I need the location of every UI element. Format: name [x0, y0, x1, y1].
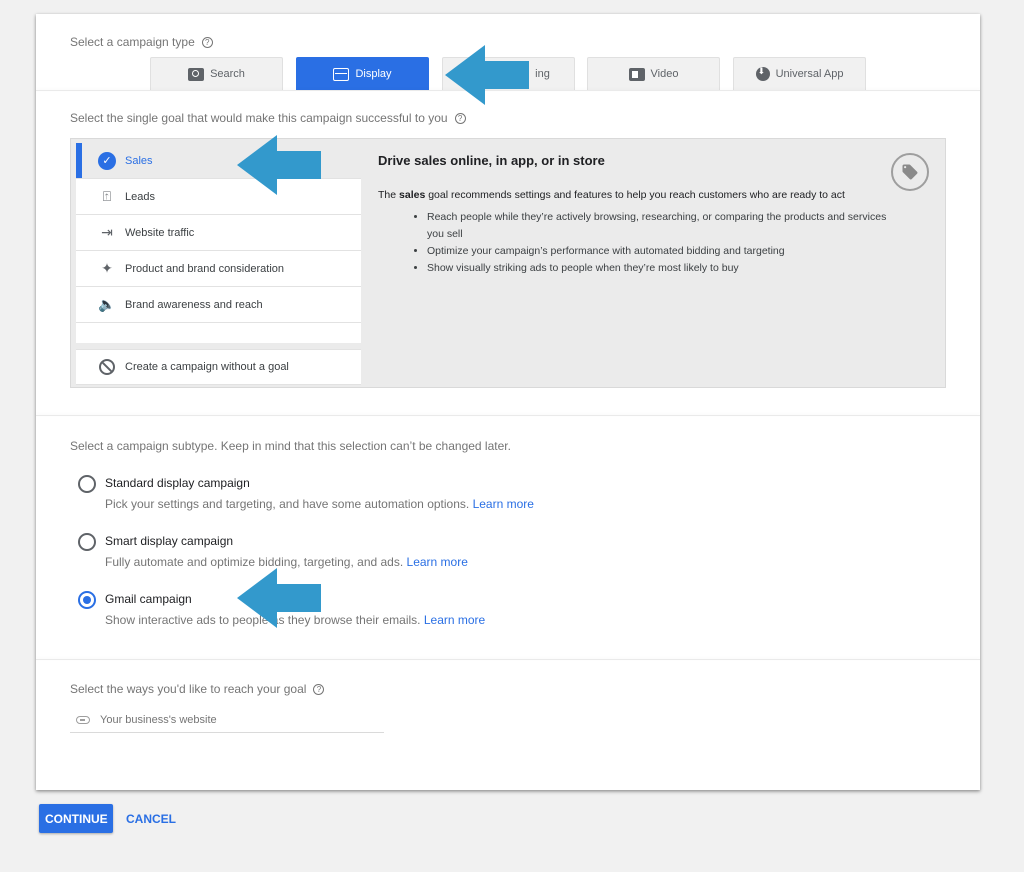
- subtype-label: Select a campaign subtype. Keep in mind …: [70, 439, 511, 453]
- app-download-icon: [755, 66, 770, 81]
- tab-search[interactable]: Search: [150, 57, 283, 90]
- speaker-icon: 🔈: [98, 296, 116, 312]
- help-icon[interactable]: ?: [454, 113, 466, 124]
- learn-more-link[interactable]: Learn more: [424, 613, 485, 627]
- tab-video[interactable]: Video: [587, 57, 720, 90]
- goal-item-brand-awareness[interactable]: 🔈 Brand awareness and reach: [76, 287, 361, 323]
- goal-detail-bullet: Optimize your campaign’s performance wit…: [427, 243, 898, 260]
- annotation-arrow-icon: [237, 135, 321, 195]
- goal-item-no-goal[interactable]: Create a campaign without a goal: [76, 349, 361, 385]
- goal-list-spacer: [76, 323, 361, 343]
- divider: [36, 659, 980, 660]
- radio-gmail[interactable]: [78, 591, 96, 609]
- check-circle-icon: ✓: [98, 151, 116, 170]
- radio-smart-display[interactable]: [78, 533, 96, 551]
- cancel-button[interactable]: CANCEL: [120, 804, 182, 833]
- help-icon[interactable]: ?: [313, 684, 325, 695]
- link-icon: [76, 716, 90, 724]
- campaign-type-label: Select a campaign type?: [70, 35, 213, 49]
- annotation-arrow-icon: [445, 45, 529, 105]
- video-icon: [628, 67, 645, 81]
- divider: [36, 415, 980, 416]
- tab-display[interactable]: Display: [296, 57, 429, 90]
- learn-more-link[interactable]: Learn more: [407, 555, 468, 569]
- leads-icon: ⍐: [102, 188, 112, 204]
- tag-icon: [891, 153, 929, 191]
- goal-label: Select the single goal that would make t…: [70, 111, 466, 125]
- tab-universal-app[interactable]: Universal App: [733, 57, 866, 90]
- website-input[interactable]: Your business's website: [70, 708, 384, 733]
- display-icon: [333, 67, 350, 81]
- goal-detail-bullets: Reach people while they’re actively brow…: [378, 209, 898, 277]
- goal-detail-bullet: Show visually striking ads to people whe…: [427, 260, 898, 277]
- goal-detail-bullet: Reach people while they’re actively brow…: [427, 209, 898, 243]
- annotation-arrow-icon: [237, 568, 321, 628]
- goal-detail-description: The sales goal recommends settings and f…: [378, 189, 845, 201]
- goal-detail: Drive sales online, in app, or in store …: [378, 153, 898, 277]
- no-goal-icon: [99, 359, 115, 375]
- continue-button[interactable]: CONTINUE: [39, 804, 113, 833]
- goal-item-website-traffic[interactable]: ⇥ Website traffic: [76, 215, 361, 251]
- goal-detail-title: Drive sales online, in app, or in store: [378, 153, 605, 168]
- help-icon[interactable]: ?: [201, 37, 213, 48]
- reach-label: Select the ways you'd like to reach your…: [70, 682, 325, 696]
- goal-panel: ✓ Sales ⍐ Leads ⇥ Website traffic ✦ Prod…: [70, 138, 946, 388]
- learn-more-link[interactable]: Learn more: [473, 497, 534, 511]
- radio-standard-display[interactable]: [78, 475, 96, 493]
- sparkle-icon: ✦: [101, 260, 113, 276]
- goal-item-product-brand-consideration[interactable]: ✦ Product and brand consideration: [76, 251, 361, 287]
- website-traffic-icon: ⇥: [101, 224, 113, 240]
- search-icon: [188, 67, 205, 81]
- campaign-setup-card: Select a campaign type? Search Display i…: [36, 14, 980, 790]
